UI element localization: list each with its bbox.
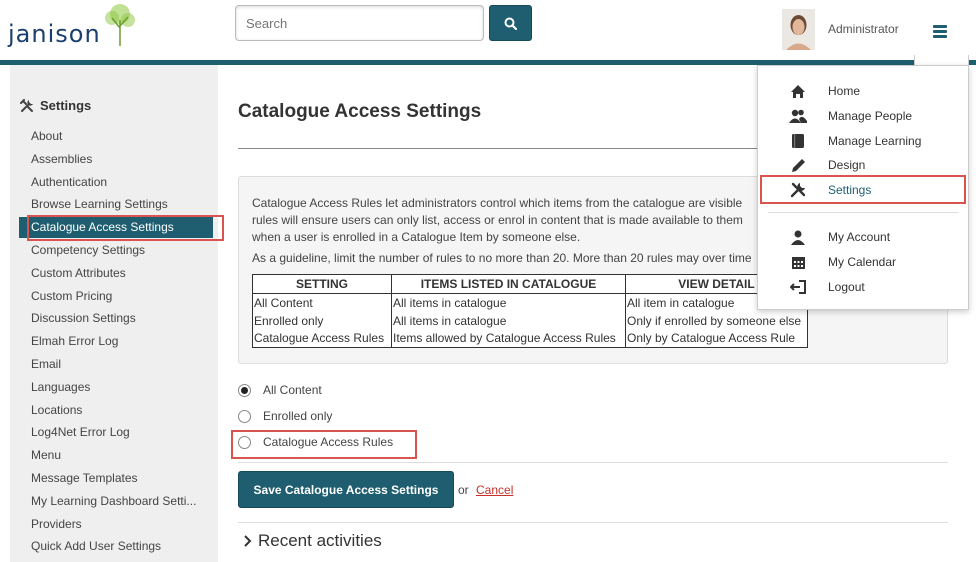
sidebar-title-label: Settings [40, 98, 92, 113]
table-cell: All Content [252, 293, 392, 312]
avatar-photo [782, 9, 815, 50]
menu-item-manage-people[interactable]: Manage People [758, 105, 968, 127]
sidebar-item-authentication[interactable]: Authentication [31, 173, 203, 191]
sidebar-item-custom-attributes[interactable]: Custom Attributes [31, 264, 203, 282]
menu-item-my-account[interactable]: My Account [758, 226, 968, 248]
sidebar-item-message-templates[interactable]: Message Templates [31, 469, 203, 487]
menu-item-manage-learning[interactable]: Manage Learning [758, 130, 968, 152]
table-cell: All items in catalogue [391, 311, 626, 330]
search-button[interactable] [489, 5, 532, 41]
sidebar-item-email[interactable]: Email [31, 355, 203, 373]
table-row: All Content All items in catalogue All i… [252, 293, 808, 312]
table-header-row: SETTING ITEMS LISTED IN CATALOGUE VIEW D… [252, 274, 808, 294]
user-icon [789, 228, 807, 246]
option-all-content[interactable]: All Content [238, 383, 322, 397]
calendar-icon [789, 253, 807, 271]
pencil-icon [789, 156, 807, 174]
info-text-line-3: when a user is enrolled in a Catalogue I… [252, 230, 581, 244]
avatar[interactable] [782, 9, 815, 50]
recent-activities-toggle[interactable]: Recent activities [243, 531, 382, 551]
table-header: ITEMS LISTED IN CATALOGUE [391, 274, 626, 294]
sidebar-item-log4net-error-log[interactable]: Log4Net Error Log [31, 423, 203, 441]
divider [238, 462, 948, 463]
highlight-box-option [231, 430, 417, 459]
table-row: Catalogue Access Rules Items allowed by … [252, 329, 808, 348]
sidebar-item-providers[interactable]: Providers [31, 515, 203, 533]
menu-item-label: Home [828, 84, 861, 98]
sidebar-item-discussion-settings[interactable]: Discussion Settings [31, 309, 203, 327]
search-input[interactable] [235, 5, 484, 41]
menu-item-my-calendar[interactable]: My Calendar [758, 251, 968, 273]
sidebar-item-competency-settings[interactable]: Competency Settings [31, 241, 203, 259]
sidebar-item-my-learning-dashboard[interactable]: My Learning Dashboard Setti... [31, 492, 203, 510]
recent-activities-label: Recent activities [258, 531, 382, 550]
search-icon [504, 17, 517, 30]
menu-toggle-icon[interactable] [933, 25, 947, 38]
janison-logo[interactable]: janison [8, 2, 138, 56]
radio-enrolled-only[interactable] [238, 409, 251, 423]
info-text-line-4: As a guideline, limit the number of rule… [252, 251, 752, 265]
people-icon [789, 107, 807, 125]
or-text: or [458, 483, 469, 497]
table-cell: Catalogue Access Rules [252, 329, 392, 348]
header: janison Administrator [0, 0, 976, 62]
menu-item-label: Manage Learning [828, 134, 922, 148]
sidebar-item-assemblies[interactable]: Assemblies [31, 150, 203, 168]
menu-item-label: Design [828, 158, 866, 172]
sidebar-item-locations[interactable]: Locations [31, 401, 203, 419]
highlight-box-menu [760, 175, 966, 204]
table-cell: Only if enrolled by someone else [625, 311, 808, 330]
table-cell: Items allowed by Catalogue Access Rules [391, 329, 626, 348]
sidebar-title: Settings [20, 98, 91, 113]
logo-tree-icon [105, 4, 135, 46]
table-cell: Only by Catalogue Access Rule [625, 329, 808, 348]
sidebar-item-menu[interactable]: Menu [31, 446, 203, 464]
radio-all-content[interactable] [238, 383, 251, 397]
menu-item-label: My Calendar [828, 255, 897, 269]
sidebar-item-quick-add-user-settings[interactable]: Quick Add User Settings [31, 537, 203, 555]
menu-item-label: Manage People [828, 109, 913, 123]
table-cell: Enrolled only [252, 311, 392, 330]
user-name[interactable]: Administrator [828, 22, 899, 36]
divider [238, 522, 948, 523]
menu-item-logout[interactable]: Logout [758, 276, 968, 298]
cancel-link[interactable]: Cancel [476, 483, 513, 497]
save-button[interactable]: Save Catalogue Access Settings [238, 471, 454, 508]
info-text-line-1: Catalogue Access Rules let administrator… [252, 196, 743, 210]
book-icon [789, 132, 807, 150]
wrench-icon [20, 98, 33, 112]
highlight-box-sidebar [27, 215, 224, 241]
home-icon [789, 82, 807, 100]
table-header: SETTING [252, 274, 392, 294]
chevron-right-icon [244, 535, 252, 547]
sidebar-item-languages[interactable]: Languages [31, 378, 203, 396]
logo-text: janison [8, 20, 101, 48]
radio-label: All Content [263, 383, 322, 397]
table-row: Enrolled only All items in catalogue Onl… [252, 311, 808, 330]
page-title: Catalogue Access Settings [238, 101, 482, 122]
option-enrolled-only[interactable]: Enrolled only [238, 409, 332, 423]
logout-icon [789, 278, 807, 296]
sidebar-item-elmah-error-log[interactable]: Elmah Error Log [31, 332, 203, 350]
sidebar-item-custom-pricing[interactable]: Custom Pricing [31, 287, 203, 305]
menu-item-label: My Account [828, 230, 891, 244]
info-text-line-2: rules will ensure users can only list, a… [252, 213, 743, 227]
menu-item-label: Logout [828, 280, 865, 294]
radio-label: Enrolled only [263, 409, 333, 423]
table-cell: All items in catalogue [391, 293, 626, 312]
menu-item-home[interactable]: Home [758, 80, 968, 102]
sidebar-item-browse-learning-settings[interactable]: Browse Learning Settings [31, 195, 203, 213]
rules-table: SETTING ITEMS LISTED IN CATALOGUE VIEW D… [252, 274, 808, 348]
dropdown-divider [768, 212, 958, 213]
sidebar-item-about[interactable]: About [31, 127, 203, 145]
menu-item-design[interactable]: Design [758, 154, 968, 176]
